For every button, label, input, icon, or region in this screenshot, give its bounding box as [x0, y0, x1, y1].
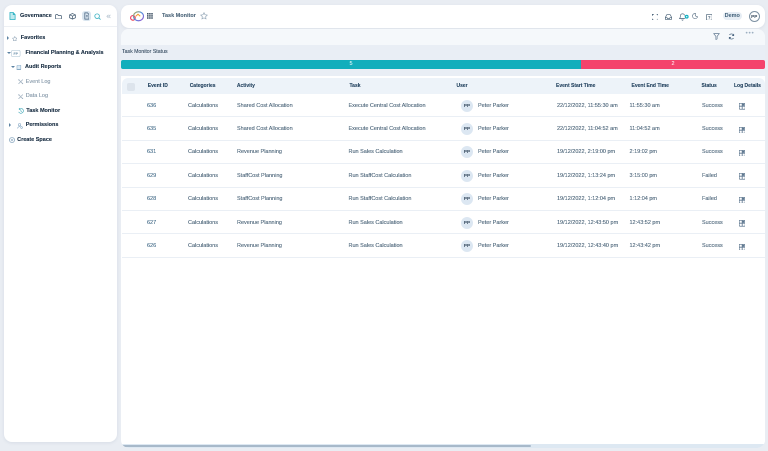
- svg-text:?: ?: [707, 14, 710, 19]
- svg-text:FP: FP: [14, 52, 19, 56]
